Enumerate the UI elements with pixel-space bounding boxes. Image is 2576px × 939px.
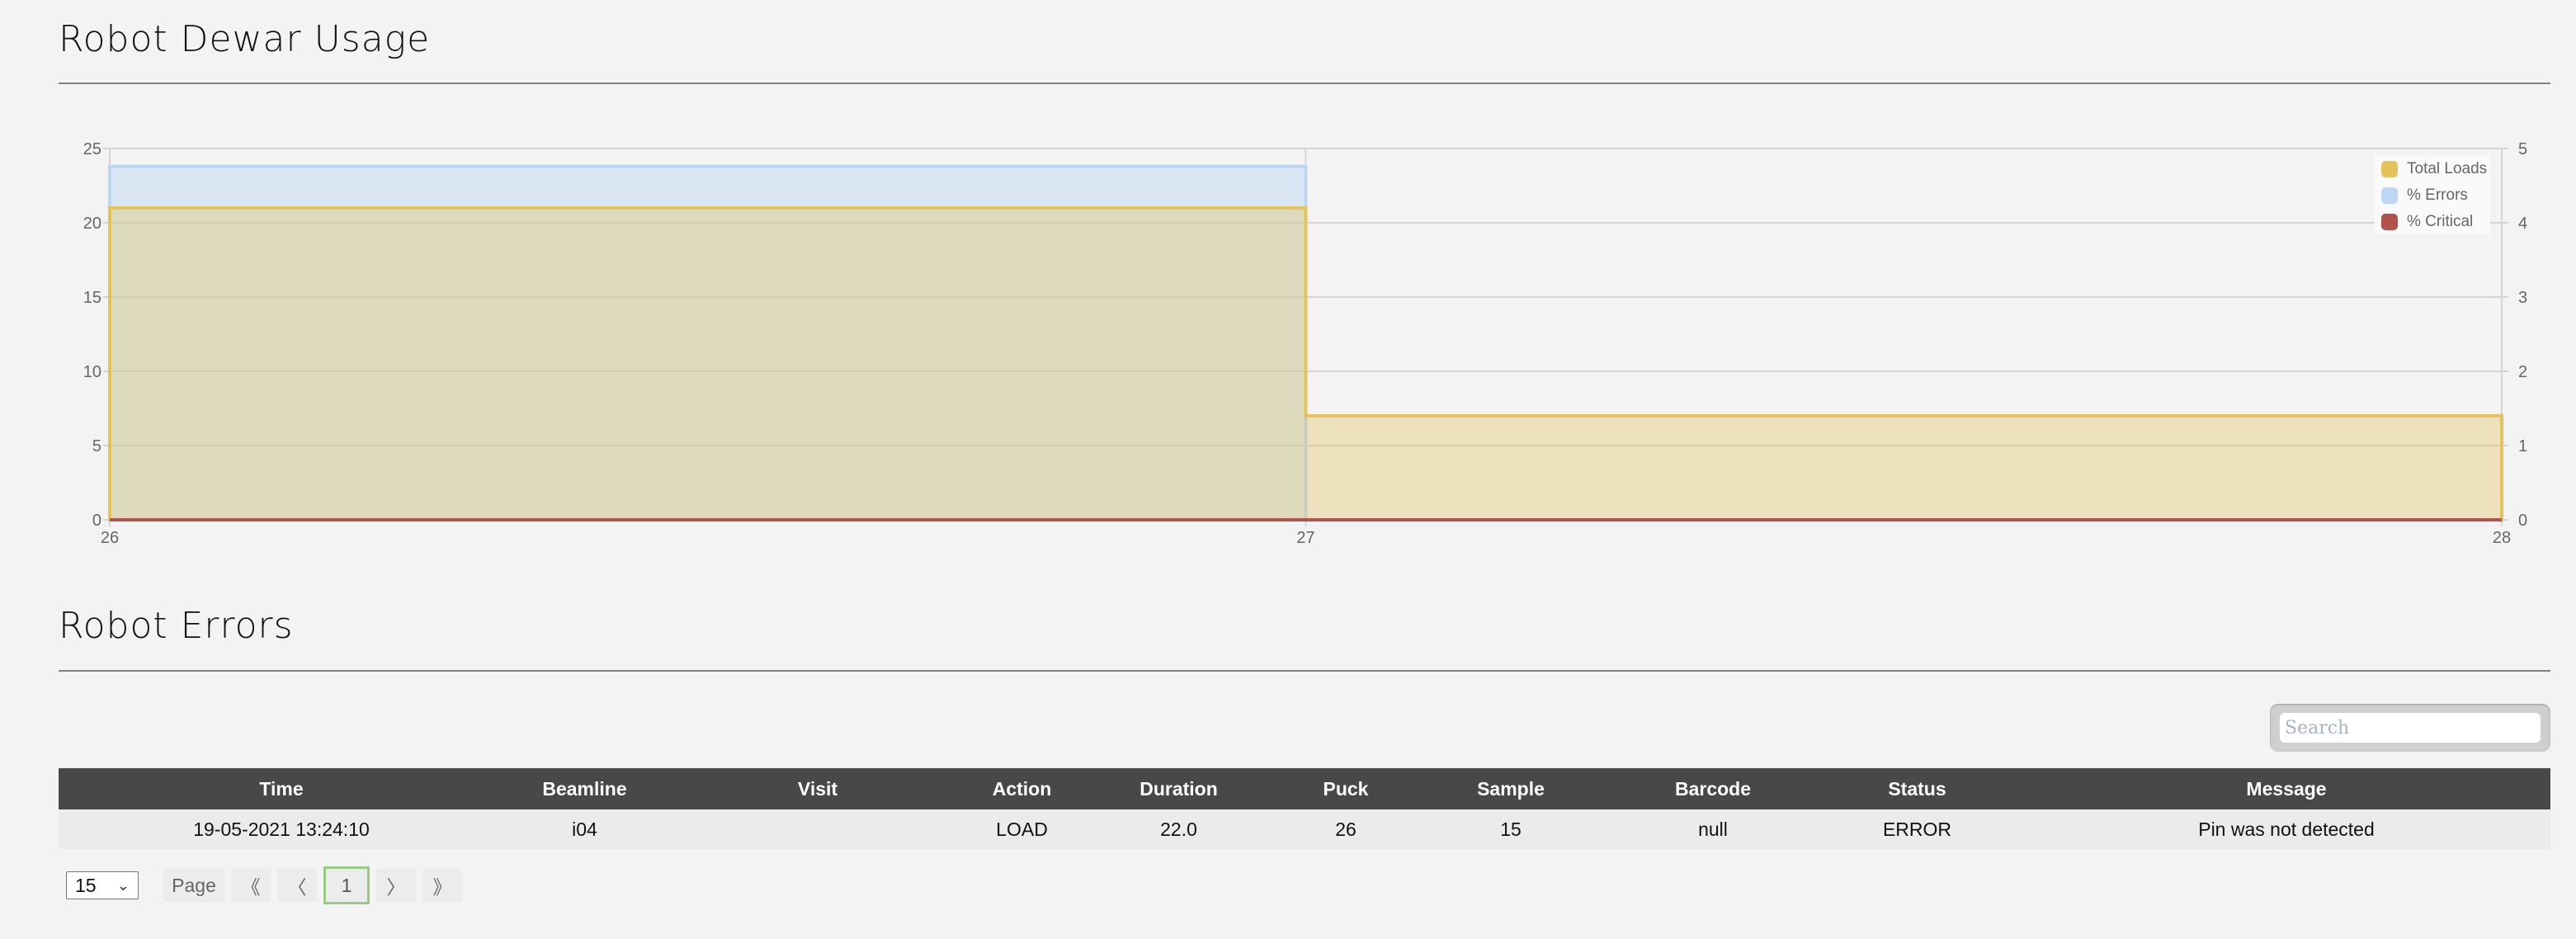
y-right-tick-label: 2 xyxy=(2518,363,2527,381)
x-tick-label: 26 xyxy=(101,529,119,547)
cell-action: LOAD xyxy=(970,809,1073,849)
cell-puck: 26 xyxy=(1284,809,1408,849)
usage-section-divider xyxy=(59,83,2550,84)
page-size-value: 15 xyxy=(75,874,97,896)
column-header-beamline[interactable]: Beamline xyxy=(504,768,665,809)
y-left-tick-label: 15 xyxy=(83,289,101,307)
errors-section-title: Robot Errors xyxy=(59,605,294,647)
first-page-button[interactable]: 《 xyxy=(231,869,271,902)
column-header-message[interactable]: Message xyxy=(2022,768,2550,809)
legend-swatch-total-loads xyxy=(2381,161,2398,177)
legend-label: % Errors xyxy=(2407,186,2468,204)
page-size-select[interactable]: 15 ⌄ xyxy=(66,871,139,899)
cell-visit xyxy=(665,809,970,849)
legend-item-critical[interactable]: % Critical xyxy=(2381,213,2473,231)
x-tick-label: 28 xyxy=(2493,529,2511,547)
y-right-tick-label: 1 xyxy=(2518,437,2527,455)
legend-label: Total Loads xyxy=(2407,160,2488,177)
chart-series xyxy=(108,164,2503,521)
page-label: Page xyxy=(163,869,224,902)
y-right-tick-label: 0 xyxy=(2518,512,2527,530)
x-tick-label: 27 xyxy=(1296,529,1314,547)
column-header-sample[interactable]: Sample xyxy=(1408,768,1614,809)
legend-swatch-critical xyxy=(2381,214,2398,230)
column-header-barcode[interactable]: Barcode xyxy=(1614,768,1812,809)
cell-time: 19-05-2021 13:24:10 xyxy=(59,809,504,849)
legend-swatch-errors xyxy=(2381,187,2398,204)
y-right-tick-label: 3 xyxy=(2518,289,2527,307)
series-area-total-loads xyxy=(108,206,2503,521)
y-left-tick-label: 20 xyxy=(83,215,101,233)
cell-duration: 22.0 xyxy=(1073,809,1284,849)
y-left-tick-label: 0 xyxy=(92,512,101,530)
table-header-row: Time Beamline Visit Action Duration Puck… xyxy=(59,768,2550,809)
column-header-visit[interactable]: Visit xyxy=(665,768,970,809)
cell-barcode: null xyxy=(1614,809,1812,849)
cell-status: ERROR xyxy=(1812,809,2022,849)
column-header-puck[interactable]: Puck xyxy=(1284,768,1408,809)
current-page-button[interactable]: 1 xyxy=(323,866,370,904)
search-input[interactable] xyxy=(2280,713,2541,743)
y-left-tick-label: 5 xyxy=(92,437,101,455)
chart-legend: Total Loads % Errors % Critical xyxy=(2375,155,2490,234)
last-page-button[interactable]: 》 xyxy=(422,869,462,902)
pagination: 15 ⌄ Page 《 〈 1 〉 》 xyxy=(66,866,462,904)
column-header-status[interactable]: Status xyxy=(1812,768,2022,809)
y-left-tick-label: 25 xyxy=(83,140,101,158)
search-box xyxy=(2270,704,2550,752)
legend-label: % Critical xyxy=(2407,213,2474,230)
y-left-tick-label: 10 xyxy=(83,363,101,381)
robot-errors-table: Time Beamline Visit Action Duration Puck… xyxy=(59,768,2550,849)
column-header-duration[interactable]: Duration xyxy=(1073,768,1284,809)
cell-beamline: i04 xyxy=(504,809,665,849)
next-page-button[interactable]: 〉 xyxy=(376,869,416,902)
table-row[interactable]: 19-05-2021 13:24:10 i04 LOAD 22.0 26 15 … xyxy=(59,809,2550,849)
column-header-action[interactable]: Action xyxy=(970,768,1073,809)
chevron-down-icon: ⌄ xyxy=(116,876,130,894)
cell-sample: 15 xyxy=(1408,809,1614,849)
previous-page-button[interactable]: 〈 xyxy=(277,869,317,902)
errors-section-divider xyxy=(59,670,2550,672)
dewar-usage-chart: 0 5 10 15 20 25 0 1 2 3 4 5 26 27 28 xyxy=(83,140,2527,547)
usage-section-title: Robot Dewar Usage xyxy=(59,18,431,60)
column-header-time[interactable]: Time xyxy=(59,768,504,809)
y-right-tick-label: 5 xyxy=(2518,140,2527,158)
legend-item-errors[interactable]: % Errors xyxy=(2381,186,2468,205)
cell-message: Pin was not detected xyxy=(2022,809,2550,849)
legend-item-total-loads[interactable]: Total Loads xyxy=(2381,160,2487,178)
y-right-tick-label: 4 xyxy=(2518,215,2527,233)
